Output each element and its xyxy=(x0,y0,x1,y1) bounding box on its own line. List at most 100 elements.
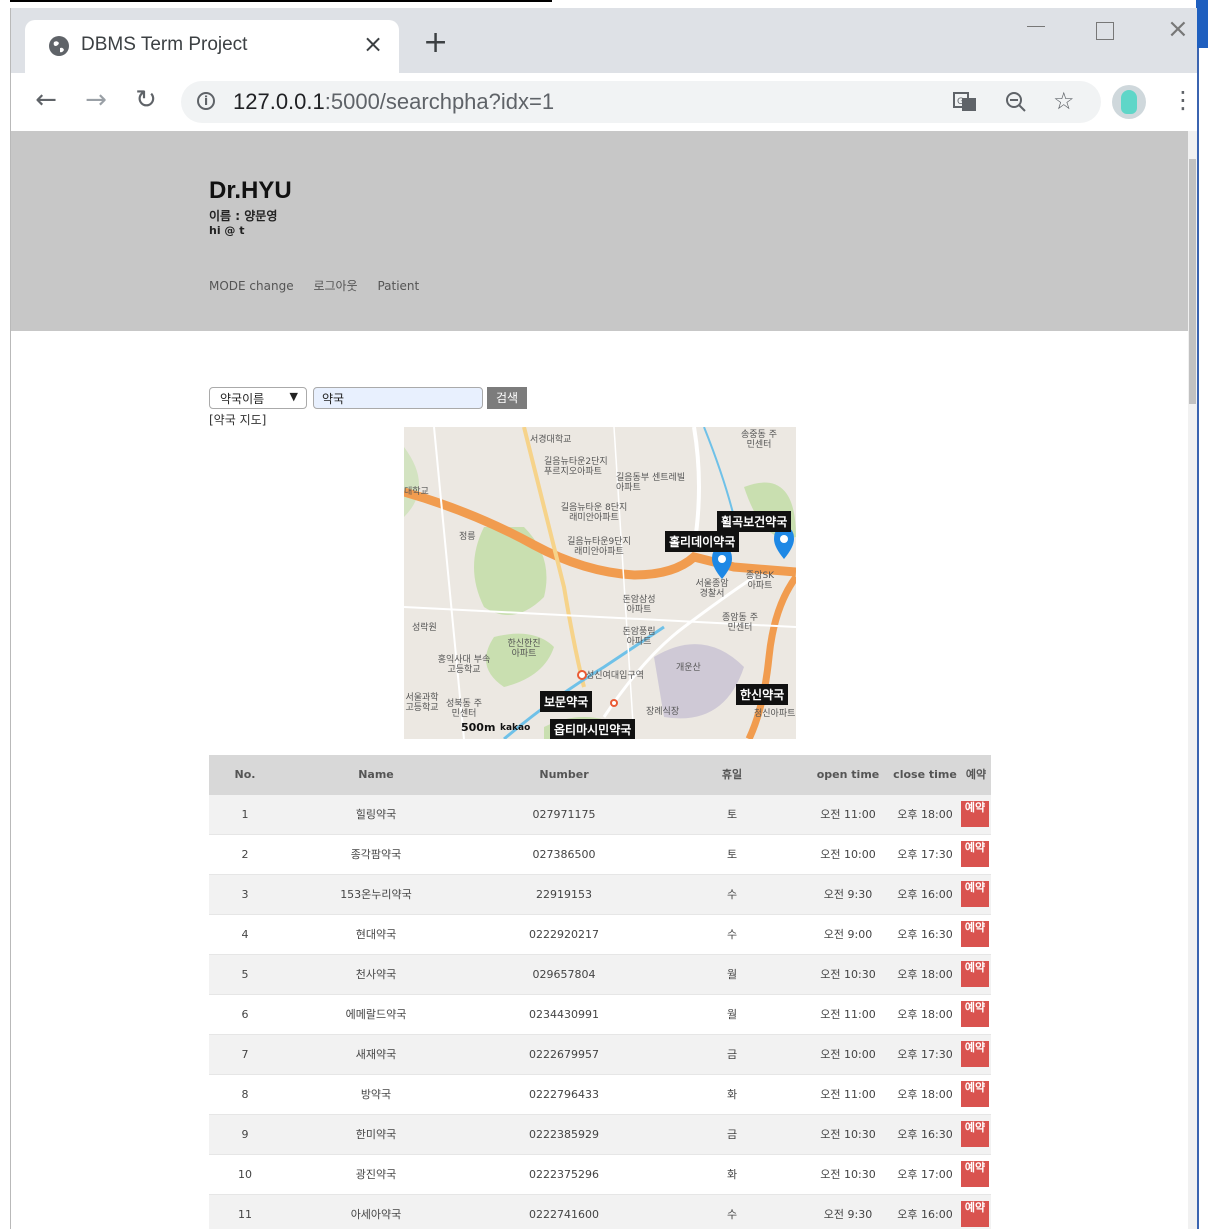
url-path: :5000/searchpha?idx=1 xyxy=(324,89,555,114)
reserve-button[interactable]: 예약 xyxy=(961,961,989,987)
dropdown-arrow-icon: ▼ xyxy=(289,390,298,403)
cell-name: 방약국 xyxy=(360,1088,392,1101)
cell-close-time: 오후 16:30 xyxy=(897,928,953,941)
cell-name: 153온누리약국 xyxy=(340,888,412,901)
reserve-button[interactable]: 예약 xyxy=(961,1121,989,1147)
search-type-select[interactable]: 약국이름 ▼ xyxy=(209,387,307,409)
menu-icon[interactable]: ⋮ xyxy=(1171,85,1195,115)
pharmacy-map[interactable]: 서경대학교 송중동 주민센터 길음뉴타운2단지 푸르지오아파트 길음동부 센트레… xyxy=(404,427,796,739)
web-page: Dr.HYU 이름 : 양문영 hi @ t MODE change 로그아웃 … xyxy=(11,131,1197,1229)
table-header: No. Name Number 휴일 open time close time … xyxy=(209,755,991,795)
map-place-label: 길음뉴타운 8단지래미안아파트 xyxy=(560,503,628,523)
search-button[interactable]: 검색 xyxy=(487,387,527,409)
map-place-label: 길음뉴타운9단지 래미안아파트 xyxy=(567,537,631,557)
cell-holiday: 화 xyxy=(726,1168,738,1181)
browser-toolbar: ← → ↻ i 127.0.0.1:5000/searchpha?idx=1 G… xyxy=(11,73,1197,132)
pharmacy-label-optima[interactable]: 옵티마시민약국 xyxy=(550,719,636,739)
table-body: 1 힐링약국 027971175 토 오전 11:00 오후 18:00 예약 2 종각팜약국 0… xyxy=(209,795,991,1229)
cell-holiday: 토 xyxy=(726,848,738,861)
cell-number: 22919153 xyxy=(536,888,592,901)
pharmacy-label-hanshin[interactable]: 한신약국 xyxy=(736,684,789,705)
table-row: 7 새재약국 0222679957 금 오전 10:00 오후 17:30 예약 xyxy=(209,1035,991,1075)
map-place-label: 청신아파트 xyxy=(754,709,796,719)
pharmacy-label-wolgok[interactable]: 휠곡보건약국 xyxy=(717,511,792,532)
reload-button[interactable]: ↻ xyxy=(131,85,161,115)
pharmacy-label-bomun[interactable]: 보문약국 xyxy=(540,691,593,712)
map-title: [약국 지도] xyxy=(209,413,267,427)
reserve-button[interactable]: 예약 xyxy=(961,1001,989,1027)
cell-open-time: 오전 11:00 xyxy=(820,808,876,821)
reserve-button[interactable]: 예약 xyxy=(961,1041,989,1067)
map-place-label: 길음동부 센트레빌아파트 xyxy=(616,473,686,493)
table-row: 10 광진약국 0222375296 화 오전 10:30 오후 17:00 예약 xyxy=(209,1155,991,1195)
map-place-label: 서경대학교 xyxy=(530,435,572,445)
cell-no: 11 xyxy=(238,1208,252,1221)
cell-number: 0234430991 xyxy=(529,1008,599,1021)
reserve-button[interactable]: 예약 xyxy=(961,881,989,907)
bookmark-star-icon[interactable]: ☆ xyxy=(1053,87,1075,115)
desktop-edge-blue xyxy=(1196,0,1208,48)
site-brand[interactable]: Dr.HYU xyxy=(209,177,292,205)
cell-holiday: 수 xyxy=(726,1208,738,1221)
page-scrollbar[interactable] xyxy=(1188,131,1197,1229)
header-close-time: close time xyxy=(893,768,957,781)
search-input[interactable]: 약국 xyxy=(313,387,483,409)
new-tab-button[interactable]: + xyxy=(423,28,448,58)
cell-holiday: 화 xyxy=(726,1088,738,1101)
cell-close-time: 오후 17:30 xyxy=(897,848,953,861)
close-tab-icon[interactable]: × xyxy=(363,30,383,58)
search-type-value: 약국이름 xyxy=(220,392,265,406)
address-bar[interactable]: i 127.0.0.1:5000/searchpha?idx=1 G ☆ xyxy=(181,81,1101,123)
cell-name: 광진약국 xyxy=(355,1168,397,1181)
forward-button[interactable]: → xyxy=(81,85,111,115)
header-reserve: 예약 xyxy=(965,768,987,781)
table-row: 11 아세아약국 0222741600 수 오전 9:30 오후 16:00 예약 xyxy=(209,1195,991,1229)
cell-open-time: 오전 9:30 xyxy=(823,888,873,901)
reserve-button[interactable]: 예약 xyxy=(961,1201,989,1227)
scrollbar-thumb[interactable] xyxy=(1189,159,1196,404)
map-place-label: 종암SK 아파트 xyxy=(745,571,775,591)
map-place-label: 종암동 주민센터 xyxy=(722,613,758,633)
nav-logout[interactable]: 로그아웃 xyxy=(313,279,357,293)
cell-open-time: 오전 10:00 xyxy=(820,848,876,861)
map-place-label: 길음뉴타운2단지 푸르지오아파트 xyxy=(544,457,608,477)
reserve-button[interactable]: 예약 xyxy=(961,1161,989,1187)
map-place-label: 개운산 xyxy=(676,663,701,673)
pharmacy-label-holiday[interactable]: 홀리데이약국 xyxy=(665,531,740,552)
maximize-button[interactable] xyxy=(1096,22,1114,40)
zoom-out-icon[interactable] xyxy=(1005,91,1027,118)
window-close-button[interactable]: × xyxy=(1167,14,1189,44)
browser-tab[interactable]: DBMS Term Project × xyxy=(25,20,399,73)
minimize-button[interactable] xyxy=(1027,26,1045,27)
nav-mode-change[interactable]: MODE change xyxy=(209,279,294,293)
pharmacy-table: No. Name Number 휴일 open time close time … xyxy=(209,755,991,1229)
browser-window: DBMS Term Project × + × ← → ↻ i 127.0.0.… xyxy=(10,8,1197,1229)
map-place-label: 송중동 주민센터 xyxy=(741,430,777,450)
reserve-button[interactable]: 예약 xyxy=(961,1081,989,1107)
info-icon[interactable]: i xyxy=(197,92,215,110)
map-place-label: 한신한진 아파트 xyxy=(507,639,541,659)
cell-number: 0222796433 xyxy=(529,1088,599,1101)
url-text[interactable]: 127.0.0.1:5000/searchpha?idx=1 xyxy=(233,89,554,115)
profile-avatar[interactable] xyxy=(1112,85,1146,119)
cell-holiday: 수 xyxy=(726,888,738,901)
reserve-button[interactable]: 예약 xyxy=(961,921,989,947)
reserve-button[interactable]: 예약 xyxy=(961,841,989,867)
nav-patient[interactable]: Patient xyxy=(377,279,419,293)
cell-open-time: 오전 10:00 xyxy=(820,1048,876,1061)
header-open-time: open time xyxy=(816,768,880,781)
translate-icon[interactable]: G xyxy=(953,91,977,118)
cell-name: 천사약국 xyxy=(355,968,397,981)
desktop-edge xyxy=(1196,0,1208,1229)
user-name: 이름 : 양문영 xyxy=(209,209,278,223)
cell-name: 새재약국 xyxy=(355,1048,397,1061)
table-row: 6 에메랄드약국 0234430991 월 오전 11:00 오후 18:00 예약 xyxy=(209,995,991,1035)
reserve-button[interactable]: 예약 xyxy=(961,801,989,827)
cell-no: 1 xyxy=(241,808,249,821)
back-button[interactable]: ← xyxy=(31,85,61,115)
cell-open-time: 오전 10:30 xyxy=(820,1168,876,1181)
table-row: 4 현대약국 0222920217 수 오전 9:00 오후 16:30 예약 xyxy=(209,915,991,955)
cell-open-time: 오전 10:30 xyxy=(820,968,876,981)
map-place-label: 서울종암 경찰서 xyxy=(695,579,729,599)
cell-name: 종각팜약국 xyxy=(350,848,402,861)
